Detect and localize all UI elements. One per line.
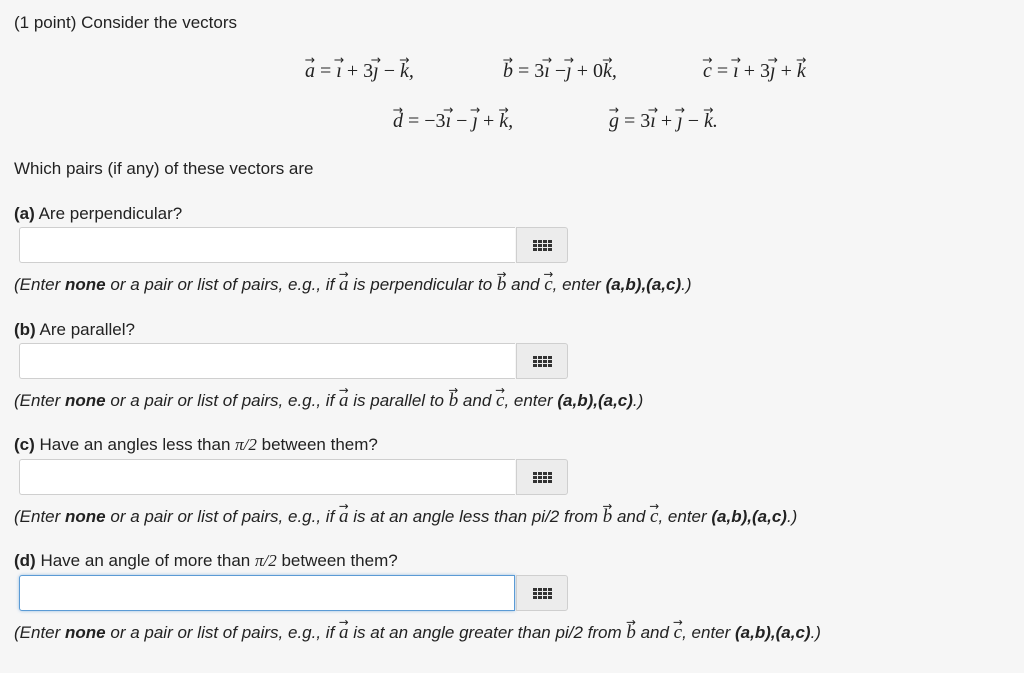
hint-c-and: and (612, 507, 651, 526)
which-pairs-prompt: Which pairs (if any) of these vectors ar… (14, 159, 314, 178)
hint-a-pre: (Enter (14, 275, 66, 294)
hint-d-vector-a: a (339, 622, 349, 644)
hint-b-example: (a,b),(a,c) (557, 391, 633, 410)
question-b-text: Are parallel? (39, 320, 135, 339)
hint-b-and: and (458, 391, 496, 410)
hint-b-enter: , enter (504, 391, 558, 410)
palette-d-button[interactable] (516, 575, 568, 611)
hint-c-vector-a: a (339, 506, 349, 528)
question-c-text-pre: Have an angles less than (39, 435, 236, 454)
vector-b-equation: b = 3ı −ȷ + 0k, (503, 60, 617, 83)
vector-g-equation: g = 3ı + ȷ − k. (609, 110, 718, 133)
question-b: (b) Are parallel? (14, 320, 135, 340)
palette-b-button[interactable] (516, 343, 568, 379)
hint-d-and: and (635, 623, 674, 642)
hint-b-vector-b: b (449, 390, 459, 412)
hint-c-example: (a,b),(a,c) (711, 507, 787, 526)
question-a: (a) Are perpendicular? (14, 204, 182, 224)
hint-b-pre: (Enter (14, 391, 66, 410)
hint-d-relation: is at an angle greater than pi/2 from (348, 623, 627, 642)
hint-b: (Enter none or a pair or list of pairs, … (14, 390, 643, 412)
grid-icon (532, 587, 552, 599)
hint-a-example: (a,b),(a,c) (605, 275, 682, 294)
hint-d-vector-b: b (626, 622, 636, 644)
question-d: (d) Have an angle of more than π/2 betwe… (14, 551, 398, 571)
hint-d: (Enter none or a pair or list of pairs, … (14, 622, 821, 644)
vector-a-equation: a = ı + 3ȷ − k, (305, 60, 414, 83)
hint-c-pre: (Enter (14, 507, 66, 526)
hint-c-vector-b: b (603, 506, 613, 528)
hint-d-enter: , enter (682, 623, 736, 642)
hint-a-relation: is perpendicular to (348, 275, 497, 294)
hint-d-example: (a,b),(a,c) (735, 623, 811, 642)
hint-b-vector-c: c (496, 390, 504, 412)
hint-a-mid: or a pair or list of pairs, e.g., if (105, 275, 340, 294)
hint-d-vector-c: c (674, 622, 682, 644)
grid-icon (532, 239, 552, 251)
hint-a-and: and (506, 275, 545, 294)
question-d-letter: (d) (14, 551, 36, 570)
hint-c-relation: is at an angle less than pi/2 from (348, 507, 603, 526)
hint-c-none: none (65, 507, 106, 526)
hint-c: (Enter none or a pair or list of pairs, … (14, 506, 797, 528)
answer-d-input[interactable] (19, 575, 515, 611)
hint-d-pre: (Enter (14, 623, 66, 642)
hint-a-vector-c: c (544, 274, 552, 296)
grid-icon (532, 471, 552, 483)
hint-c-enter: , enter (658, 507, 712, 526)
hint-c-mid: or a pair or list of pairs, e.g., if (105, 507, 340, 526)
question-c-text-post: between them? (256, 435, 378, 454)
question-d-pi: π/2 (254, 551, 277, 570)
question-c-pi: π/2 (235, 435, 257, 454)
question-c: (c) Have an angles less than π/2 between… (14, 435, 378, 455)
hint-d-mid: or a pair or list of pairs, e.g., if (105, 623, 340, 642)
hint-b-none: none (65, 391, 106, 410)
hint-c-end: .) (786, 507, 798, 526)
hint-a: (Enter none or a pair or list of pairs, … (14, 274, 692, 296)
vector-c-equation: c = ı + 3ȷ + k (703, 60, 806, 83)
hint-b-end: .) (632, 391, 644, 410)
vector-d-equation: d = −3ı − ȷ + k, (393, 110, 513, 133)
hint-d-none: none (65, 623, 106, 642)
problem-intro: (1 point) Consider the vectors (14, 13, 237, 32)
hint-a-vector-a: a (339, 274, 349, 296)
answer-b-input[interactable] (19, 343, 515, 379)
question-b-letter: (b) (14, 320, 36, 339)
hint-b-vector-a: a (339, 390, 349, 412)
hint-a-enter: , enter (552, 275, 606, 294)
question-d-text-pre: Have an angle of more than (40, 551, 255, 570)
hint-d-end: .) (810, 623, 821, 642)
palette-a-button[interactable] (516, 227, 568, 263)
grid-icon (532, 355, 552, 367)
question-a-letter: (a) (14, 204, 35, 223)
hint-b-mid: or a pair or list of pairs, e.g., if (105, 391, 340, 410)
question-c-letter: (c) (14, 435, 35, 454)
question-a-text: Are perpendicular? (38, 204, 183, 223)
problem-page: (1 point) Consider the vectors a = ı + 3… (0, 0, 1024, 673)
hint-a-end: .) (681, 275, 692, 294)
hint-b-relation: is parallel to (348, 391, 449, 410)
palette-c-button[interactable] (516, 459, 568, 495)
answer-a-input[interactable] (19, 227, 515, 263)
question-d-text-post: between them? (276, 551, 398, 570)
hint-a-vector-b: b (497, 274, 507, 296)
hint-a-none: none (65, 275, 106, 294)
answer-c-input[interactable] (19, 459, 515, 495)
hint-c-vector-c: c (650, 506, 658, 528)
